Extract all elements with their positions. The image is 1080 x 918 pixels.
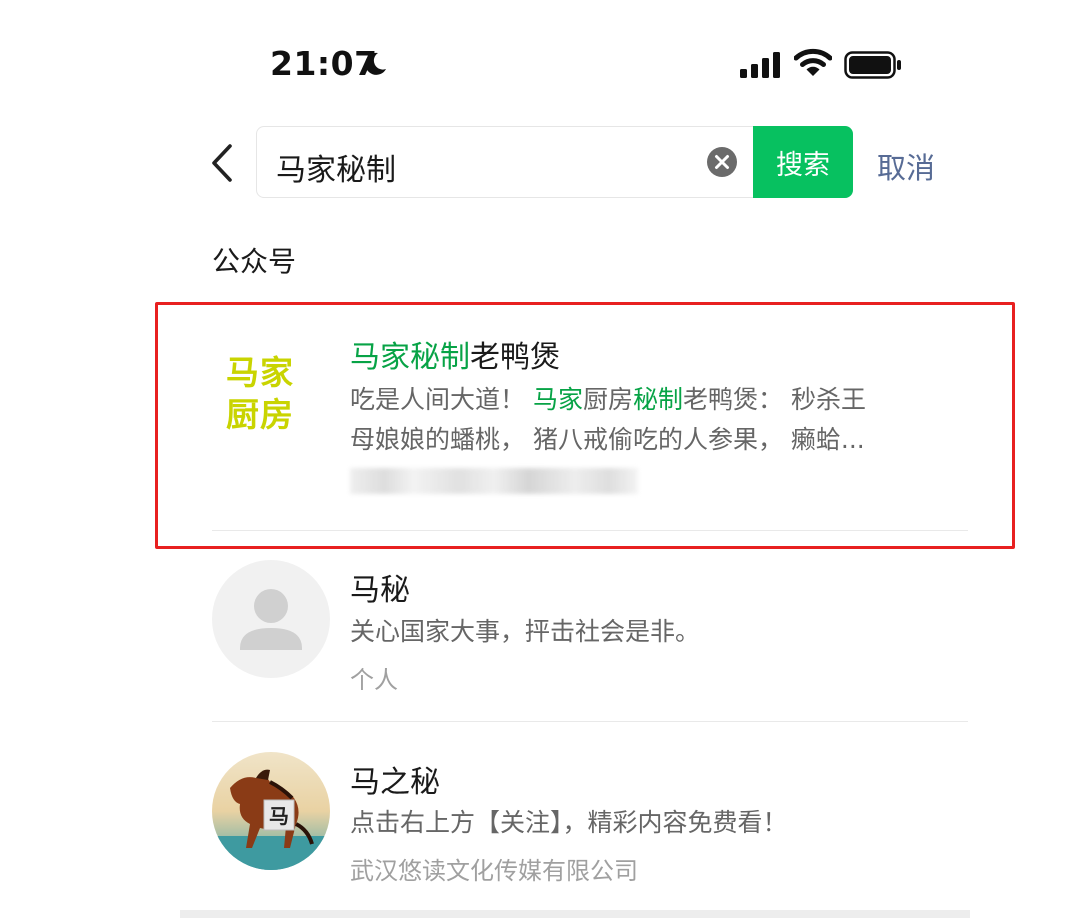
avatar[interactable]: 马	[212, 752, 330, 870]
cancel-button[interactable]: 取消	[877, 145, 935, 187]
avatar-badge-text: 马	[269, 804, 289, 828]
highlight-box	[155, 302, 1015, 549]
wifi-icon	[794, 48, 832, 76]
search-button[interactable]: 搜索	[753, 126, 853, 198]
avatar[interactable]	[212, 560, 330, 678]
result-description: 关心国家大事，抨击社会是非。	[350, 617, 701, 646]
bottom-divider	[180, 910, 970, 918]
back-icon[interactable]	[206, 142, 236, 184]
section-title: 公众号	[212, 245, 297, 278]
result-divider	[212, 721, 968, 722]
result-subtitle: 武汉悠读文化传媒有限公司	[350, 857, 638, 885]
result-title[interactable]: 马秘	[350, 565, 410, 609]
result-title[interactable]: 马之秘	[350, 757, 440, 801]
horse-avatar-image: 马	[212, 752, 330, 870]
search-query-text[interactable]: 马家秘制	[276, 145, 396, 189]
result-description: 点击右上方【关注】，精彩内容免费看！	[350, 808, 788, 837]
battery-icon	[844, 51, 901, 79]
cellular-signal-icon	[740, 52, 780, 78]
clear-icon[interactable]	[706, 146, 738, 178]
moon-icon	[365, 52, 386, 75]
result-subtitle: 个人	[350, 666, 398, 694]
person-placeholder-icon	[240, 589, 302, 650]
